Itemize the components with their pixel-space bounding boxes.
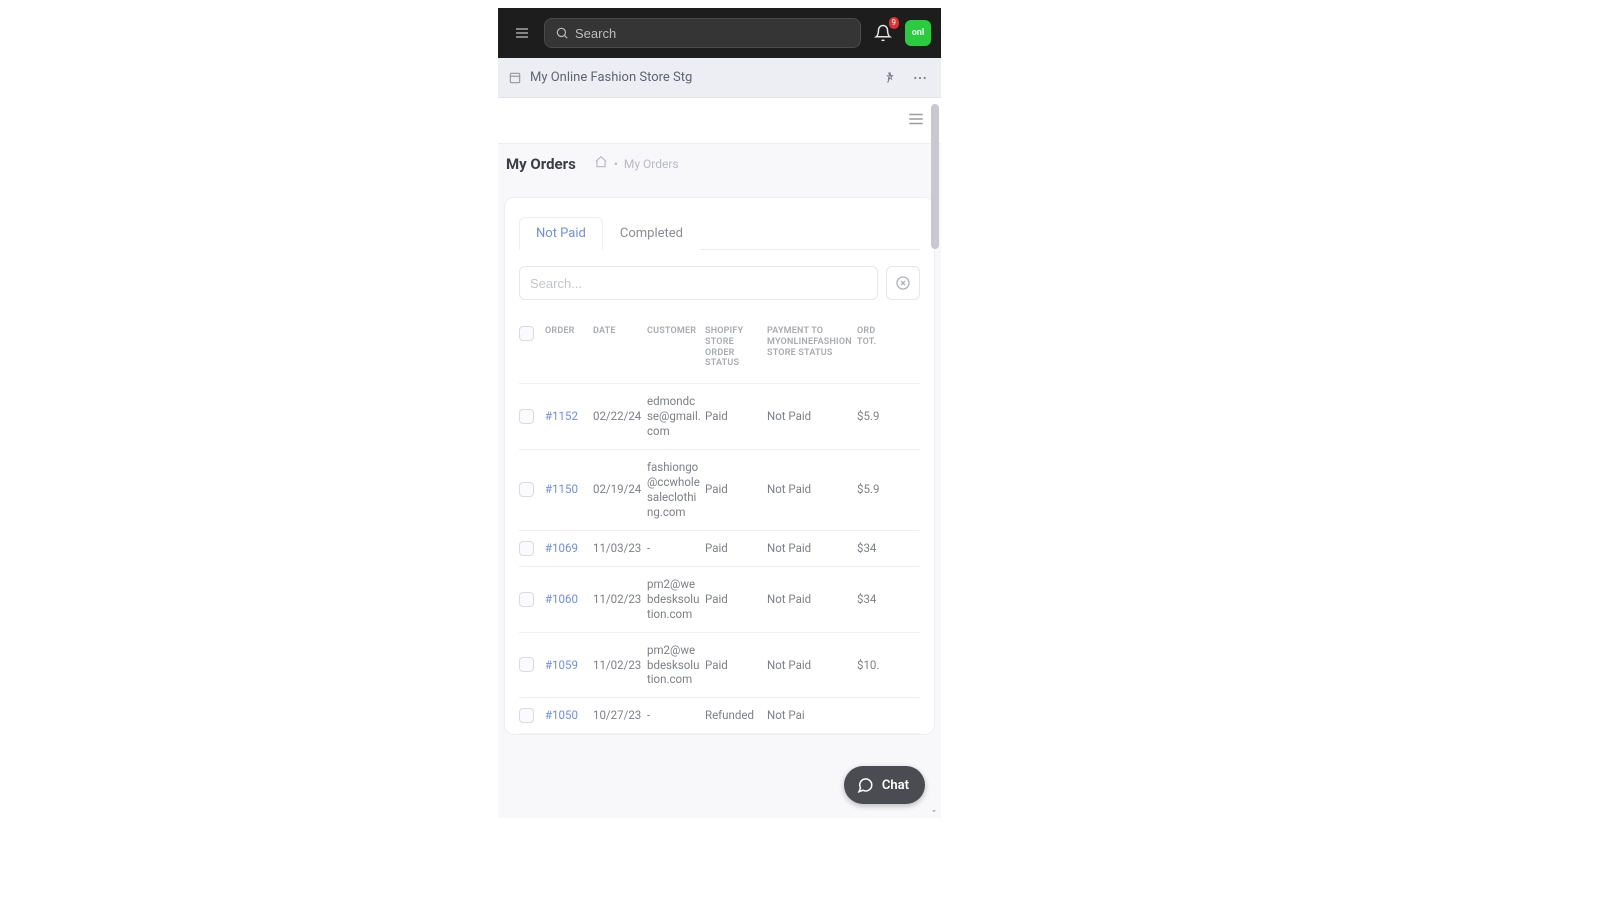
col-order: ORDER: [545, 326, 589, 337]
hamburger-icon: [514, 25, 530, 41]
table-header: ORDER DATE CUSTOMER SHOPIFY STORE ORDER …: [519, 320, 920, 384]
order-payment-status: Not Paid: [767, 482, 853, 497]
pin-icon: [883, 71, 897, 85]
order-payment-status: Not Paid: [767, 658, 853, 673]
order-date: 02/19/24: [593, 482, 643, 497]
orders-card: Not Paid Completed ORDER DATE CUSTOMER: [504, 197, 935, 735]
row-checkbox[interactable]: [519, 409, 534, 424]
table-row: #1059 11/02/23 pm2@webdesksolution.com Paid…: [519, 633, 920, 699]
chat-label: Chat: [882, 778, 909, 793]
order-total: $34: [857, 541, 883, 556]
order-link[interactable]: #1050: [545, 708, 589, 723]
topbar: 9 onl: [498, 8, 941, 58]
clear-search-button[interactable]: [886, 266, 920, 300]
close-circle-icon: [895, 275, 911, 291]
col-total: ORD TOT.: [857, 326, 883, 348]
app-title: My Online Fashion Store Stg: [530, 70, 871, 85]
order-total: $5.9: [857, 482, 883, 497]
filter-row: [519, 266, 920, 300]
order-payment-status: Not Pai: [767, 708, 853, 723]
col-shopify-status: SHOPIFY STORE ORDER STATUS: [705, 326, 763, 369]
app-icon: [508, 71, 522, 85]
order-date: 02/22/24: [593, 409, 643, 424]
row-checkbox[interactable]: [519, 657, 534, 672]
more-actions-button[interactable]: [909, 67, 931, 89]
select-all-checkbox[interactable]: [519, 326, 534, 341]
order-shopify-status: Paid: [705, 409, 763, 424]
order-link[interactable]: #1059: [545, 658, 589, 673]
orders-search-input[interactable]: [519, 266, 878, 300]
order-date: 11/02/23: [593, 592, 643, 607]
table-row: #1060 11/02/23 pm2@webdesksolution.com Paid…: [519, 567, 920, 633]
hamburger-icon: [905, 110, 927, 128]
order-shopify-status: Paid: [705, 541, 763, 556]
order-shopify-status: Refunded: [705, 708, 763, 723]
global-search-input[interactable]: [575, 26, 850, 41]
row-checkbox[interactable]: [519, 592, 534, 607]
col-payment-status: PAYMENT TO MYONLINEFASHION STORE STATUS: [767, 326, 853, 358]
scrollbar-thumb[interactable]: [931, 104, 939, 249]
home-icon: [594, 155, 608, 169]
scroll-down-icon[interactable]: [929, 806, 939, 816]
breadcrumb-sep: •: [614, 157, 618, 171]
user-avatar[interactable]: onl: [905, 20, 931, 46]
order-customer: pm2@webdesksolution.com: [647, 577, 701, 622]
order-link[interactable]: #1060: [545, 592, 589, 607]
order-date: 11/03/23: [593, 541, 643, 556]
order-link[interactable]: #1069: [545, 541, 589, 556]
order-link[interactable]: #1150: [545, 482, 589, 497]
order-total: $10.: [857, 658, 883, 673]
col-customer: CUSTOMER: [647, 326, 701, 337]
app-title-bar: My Online Fashion Store Stg: [498, 58, 941, 98]
page-title: My Orders: [506, 155, 576, 173]
order-total: $34: [857, 592, 883, 607]
tabs: Not Paid Completed: [519, 216, 920, 250]
more-horizontal-icon: [912, 70, 928, 86]
tab-not-paid[interactable]: Not Paid: [519, 217, 603, 250]
order-payment-status: Not Paid: [767, 541, 853, 556]
inner-top-line: [498, 98, 941, 144]
order-payment-status: Not Paid: [767, 592, 853, 607]
order-link[interactable]: #1152: [545, 409, 589, 424]
content-scroll-area: My Orders • My Orders Not Paid Completed: [498, 98, 941, 818]
pin-button[interactable]: [879, 67, 901, 89]
orders-table: ORDER DATE CUSTOMER SHOPIFY STORE ORDER …: [519, 320, 920, 734]
row-checkbox[interactable]: [519, 482, 534, 497]
order-total: $5.9: [857, 409, 883, 424]
order-date: 11/02/23: [593, 658, 643, 673]
order-customer: edmondcse@gmail.com: [647, 394, 701, 439]
breadcrumb-home[interactable]: [594, 154, 608, 173]
row-checkbox[interactable]: [519, 541, 534, 556]
order-shopify-status: Paid: [705, 658, 763, 673]
table-row: #1050 10/27/23-Refunded Not Pai: [519, 698, 920, 734]
search-icon: [555, 26, 569, 40]
table-row: #1069 11/03/23-Paid Not Paid $34: [519, 531, 920, 567]
breadcrumb-current: My Orders: [624, 157, 679, 171]
order-customer: pm2@webdesksolution.com: [647, 643, 701, 688]
chat-button[interactable]: Chat: [844, 766, 925, 804]
order-date: 10/27/23: [593, 708, 643, 723]
tab-completed[interactable]: Completed: [603, 217, 700, 250]
order-customer: fashiongo@ccwholesaleclothing.com: [647, 460, 701, 520]
order-payment-status: Not Paid: [767, 409, 853, 424]
menu-toggle-button[interactable]: [508, 19, 536, 47]
order-shopify-status: Paid: [705, 482, 763, 497]
breadcrumb: My Orders • My Orders: [498, 144, 941, 183]
order-customer: -: [647, 541, 701, 556]
table-row: #1150 02/19/24 fashiongo@ccwholesaleclothi…: [519, 450, 920, 531]
scrollbar[interactable]: [931, 102, 939, 814]
order-customer: -: [647, 708, 701, 723]
notification-badge: 9: [889, 17, 900, 29]
table-row: #1152 02/22/24 edmondcse@gmail.com Paid Not …: [519, 384, 920, 450]
notifications-button[interactable]: 9: [869, 19, 897, 47]
row-checkbox[interactable]: [519, 708, 534, 723]
order-shopify-status: Paid: [705, 592, 763, 607]
inner-menu-toggle[interactable]: [905, 110, 927, 132]
chat-icon: [856, 776, 874, 794]
col-date: DATE: [593, 326, 643, 337]
global-search[interactable]: [544, 18, 861, 48]
